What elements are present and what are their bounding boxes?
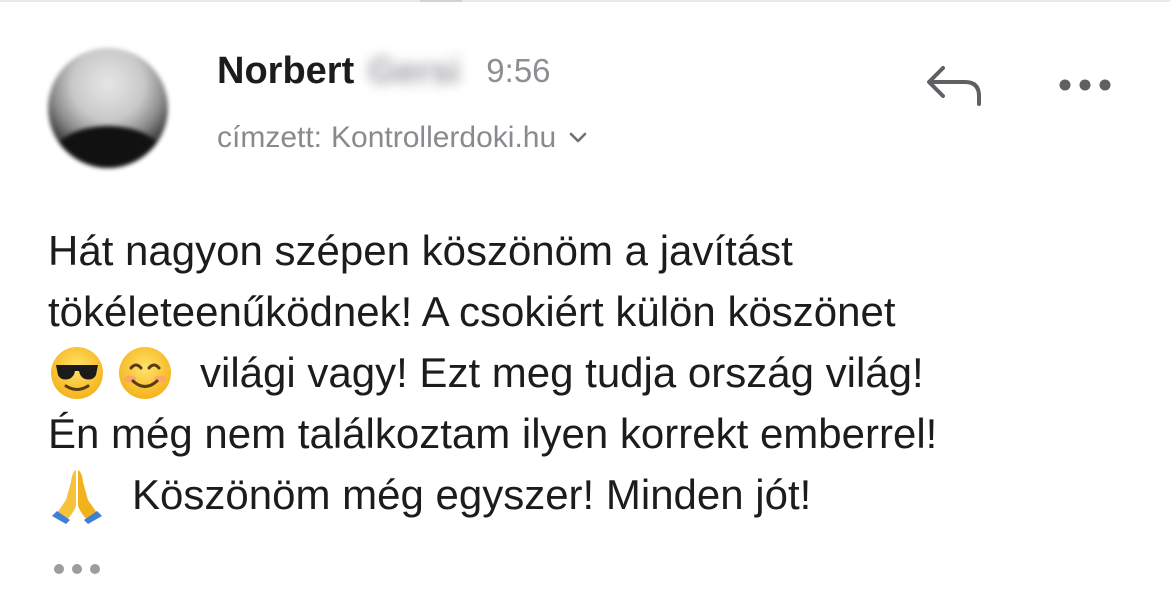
body-text: Én még nem találkoztam ilyen korrekt emb…: [48, 410, 938, 457]
chevron-down-icon[interactable]: [568, 128, 588, 148]
sender-name[interactable]: Norbert: [217, 50, 354, 93]
sunglasses-face-icon: [48, 344, 106, 402]
recipient-label: címzett:: [217, 121, 323, 154]
avatar-silhouette: [53, 126, 163, 168]
email-detail-view: Norbert Gersi 9:56 címzett: Kontrollerdo…: [0, 0, 1170, 590]
body-line-4: Én még nem találkoztam ilyen korrekt emb…: [48, 403, 1148, 464]
more-options-button[interactable]: [1052, 62, 1118, 112]
sender-surname-redacted: Gersi: [368, 50, 461, 91]
body-line-3: világi vagy! Ezt meg tudja ország világ!: [48, 342, 1148, 403]
divider-notch: [420, 0, 462, 2]
sender-avatar[interactable]: [48, 48, 168, 168]
message-time: 9:56: [486, 52, 551, 89]
recipient-value: Kontrollerdoki.hu: [331, 121, 557, 154]
reply-icon: [923, 62, 985, 113]
smiling-face-icon: [116, 344, 174, 402]
body-line-1: Hát nagyon szépen köszönöm a javítást: [48, 220, 1148, 281]
show-trimmed-content-button[interactable]: [52, 560, 104, 582]
body-line-5: Köszönöm még egyszer! Minden jót!: [48, 464, 1148, 525]
top-divider: [0, 0, 1170, 2]
body-line-2: tökéleteenűködnek! A csokiért külön kösz…: [48, 281, 1148, 342]
more-icon: [1057, 77, 1113, 98]
body-text: tökéleteenűködnek! A csokiért külön kösz…: [48, 288, 896, 335]
message-body: Hát nagyon szépen köszönöm a javítást tö…: [48, 220, 1148, 525]
recipient-details-toggle[interactable]: címzett: Kontrollerdoki.hu: [217, 116, 588, 160]
sender-header: Norbert Gersi 9:56: [217, 46, 551, 96]
ellipsis-icon: [52, 562, 102, 581]
body-text: Köszönöm még egyszer! Minden jót!: [132, 471, 812, 518]
folded-hands-icon: [48, 466, 106, 524]
body-text: Hát nagyon szépen köszönöm a javítást: [48, 227, 793, 274]
body-text: világi vagy! Ezt meg tudja ország világ!: [200, 349, 924, 396]
reply-button[interactable]: [922, 62, 986, 112]
